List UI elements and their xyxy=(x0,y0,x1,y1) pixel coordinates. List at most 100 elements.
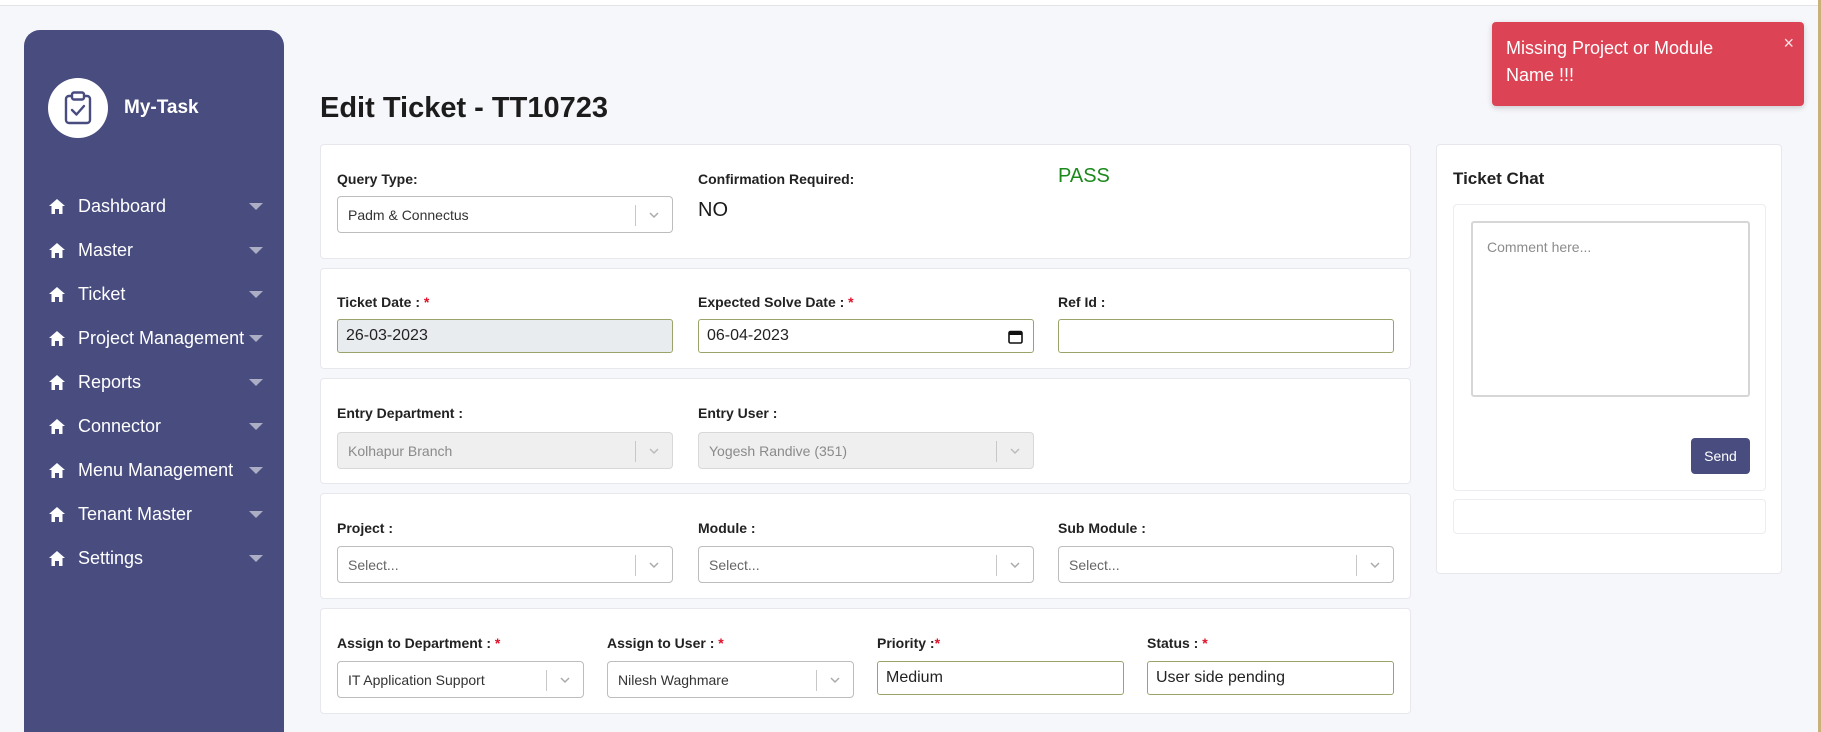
comment-textarea[interactable]: Comment here... xyxy=(1471,221,1750,397)
required-marker: * xyxy=(934,635,941,651)
select-separator xyxy=(546,670,547,691)
status-value: User side pending xyxy=(1156,669,1285,686)
ticket-chat-card: Ticket Chat Comment here... Send xyxy=(1436,144,1782,574)
chevron-down-icon xyxy=(1010,448,1020,455)
select-separator xyxy=(816,670,817,691)
priority-label: Priority :* xyxy=(877,635,941,651)
assign-user-label: Assign to User : * xyxy=(607,635,724,651)
caret-down-icon xyxy=(249,202,263,210)
clipboard-check-icon xyxy=(48,78,108,138)
project-card: Project : Select... Module : Select... S… xyxy=(320,493,1411,599)
sidebar-item-menu-management[interactable]: Menu Management xyxy=(48,448,263,492)
sidebar-item-label: Connector xyxy=(78,415,162,436)
sidebar-item-dashboard[interactable]: Dashboard xyxy=(48,184,263,228)
required-marker: * xyxy=(848,294,854,310)
caret-down-icon xyxy=(249,378,263,386)
chat-composer: Comment here... Send xyxy=(1453,204,1766,491)
sidebar-item-reports[interactable]: Reports xyxy=(48,360,263,404)
send-button[interactable]: Send xyxy=(1691,438,1750,474)
close-icon[interactable]: × xyxy=(1783,30,1794,57)
sidebar-item-label: Tenant Master xyxy=(78,503,193,524)
expected-solve-date-value: 06-04-2023 xyxy=(707,327,789,344)
sidebar-item-label: Project Management xyxy=(78,327,245,348)
select-separator xyxy=(1356,555,1357,576)
sidebar: My-Task Dashboard Master Ticket Project … xyxy=(24,30,284,732)
brand-name: My-Task xyxy=(124,97,199,118)
sidebar-item-settings[interactable]: Settings xyxy=(48,536,263,580)
home-icon xyxy=(48,241,66,259)
select-separator xyxy=(996,441,997,462)
calendar-icon[interactable] xyxy=(1008,329,1023,344)
sidebar-item-tenant-master[interactable]: Tenant Master xyxy=(48,492,263,536)
caret-down-icon xyxy=(249,290,263,298)
module-placeholder: Select... xyxy=(709,556,760,573)
sidebar-item-ticket[interactable]: Ticket xyxy=(48,272,263,316)
module-label: Module : xyxy=(698,520,756,536)
sub-module-select[interactable]: Select... xyxy=(1058,546,1394,583)
home-icon xyxy=(48,505,66,523)
required-marker: * xyxy=(1202,635,1208,651)
toast-message: Missing Project or Module Name !!! xyxy=(1506,38,1714,85)
query-type-select[interactable]: Padm & Connectus xyxy=(337,196,673,233)
sidebar-item-label: Reports xyxy=(78,371,142,392)
top-bar xyxy=(0,0,1821,6)
sidebar-menu: Dashboard Master Ticket Project Manageme… xyxy=(48,184,263,580)
caret-down-icon xyxy=(249,246,263,254)
status-input[interactable]: User side pending xyxy=(1147,661,1394,695)
dates-card: Ticket Date : * 26-03-2023 Expected Solv… xyxy=(320,268,1411,369)
assign-department-select[interactable]: IT Application Support xyxy=(337,661,584,698)
sub-module-placeholder: Select... xyxy=(1069,556,1120,573)
home-icon xyxy=(48,329,66,347)
home-icon xyxy=(48,549,66,567)
comment-placeholder: Comment here... xyxy=(1487,239,1592,255)
priority-input[interactable]: Medium xyxy=(877,661,1124,695)
caret-down-icon xyxy=(249,466,263,474)
ticket-chat-title: Ticket Chat xyxy=(1453,169,1545,188)
project-select[interactable]: Select... xyxy=(337,546,673,583)
module-select[interactable]: Select... xyxy=(698,546,1034,583)
chevron-down-icon xyxy=(649,562,659,569)
required-marker: * xyxy=(494,635,501,651)
entry-department-label: Entry Department : xyxy=(337,405,464,421)
assign-user-select[interactable]: Nilesh Waghmare xyxy=(607,661,854,698)
sidebar-item-master[interactable]: Master xyxy=(48,228,263,272)
select-separator xyxy=(635,555,636,576)
caret-down-icon xyxy=(249,334,263,342)
entry-user-value: Yogesh Randive (351) xyxy=(709,442,848,459)
expected-solve-date-input[interactable]: 06-04-2023 xyxy=(698,319,1034,353)
sidebar-item-project-management[interactable]: Project Management xyxy=(48,316,263,360)
home-icon xyxy=(48,417,66,435)
ref-id-input[interactable] xyxy=(1058,319,1394,353)
assign-user-value: Nilesh Waghmare xyxy=(618,671,729,688)
ticket-date-label: Ticket Date : * xyxy=(337,294,430,310)
ref-id-label: Ref Id : xyxy=(1058,294,1106,310)
entry-department-select: Kolhapur Branch xyxy=(337,432,673,469)
home-icon xyxy=(48,373,66,391)
caret-down-icon xyxy=(249,554,263,562)
sidebar-item-connector[interactable]: Connector xyxy=(48,404,263,448)
assign-department-value: IT Application Support xyxy=(348,671,485,688)
assign-card: Assign to Department : * IT Application … xyxy=(320,608,1411,714)
chevron-down-icon xyxy=(560,677,570,684)
ticket-date-input[interactable]: 26-03-2023 xyxy=(337,319,673,353)
query-type-label: Query Type: xyxy=(337,171,418,187)
project-placeholder: Select... xyxy=(348,556,399,573)
brand[interactable]: My-Task xyxy=(48,78,199,138)
project-label: Project : xyxy=(337,520,394,536)
select-separator xyxy=(635,441,636,462)
entry-department-value: Kolhapur Branch xyxy=(348,442,453,459)
caret-down-icon xyxy=(249,510,263,518)
entry-card: Entry Department : Kolhapur Branch Entry… xyxy=(320,378,1411,484)
confirmation-required-value: NO xyxy=(698,199,728,221)
query-card: Query Type: Padm & Connectus Confirmatio… xyxy=(320,144,1411,259)
sidebar-item-label: Menu Management xyxy=(78,459,234,480)
chevron-down-icon xyxy=(1010,562,1020,569)
chevron-down-icon xyxy=(1370,562,1380,569)
sidebar-item-label: Ticket xyxy=(78,283,126,304)
entry-user-label: Entry User : xyxy=(698,405,778,421)
sidebar-item-label: Master xyxy=(78,239,134,260)
entry-user-select: Yogesh Randive (351) xyxy=(698,432,1034,469)
priority-value: Medium xyxy=(886,669,943,686)
caret-down-icon xyxy=(249,422,263,430)
select-separator xyxy=(996,555,997,576)
